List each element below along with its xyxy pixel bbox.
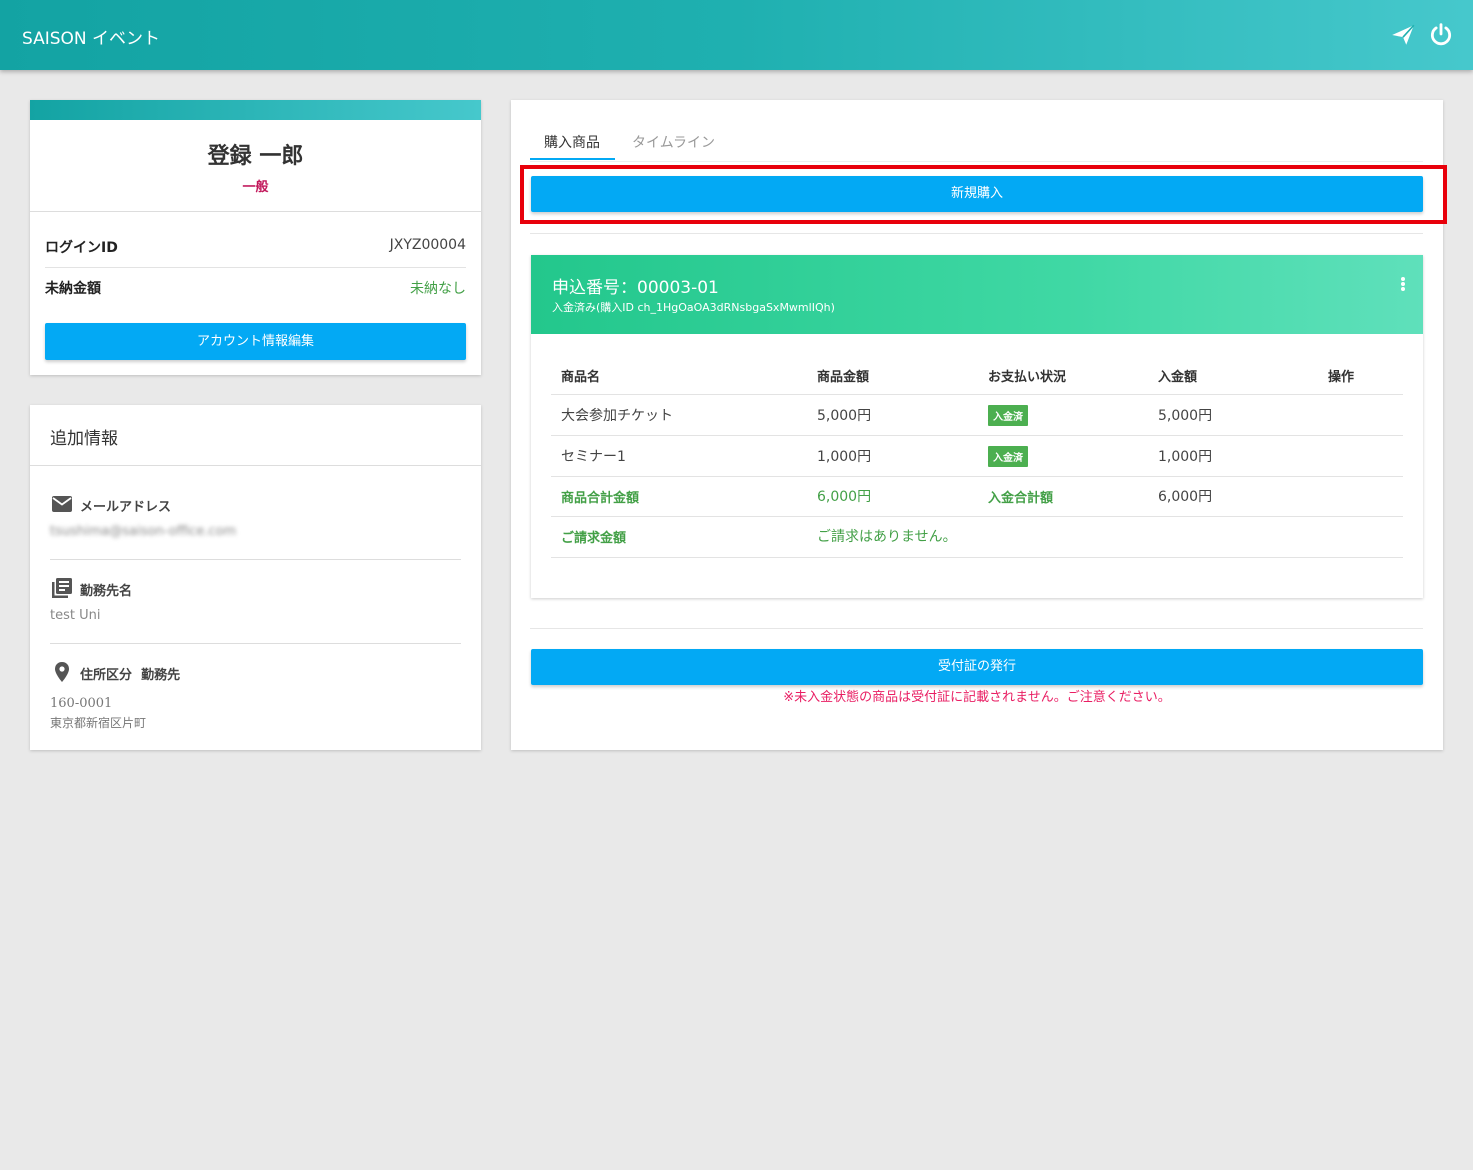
profile-card-strip	[30, 100, 481, 120]
company-value: test Uni	[50, 608, 101, 623]
paid-total-value: 6,000円	[1158, 489, 1213, 505]
email-label: メールアドレス	[80, 500, 172, 515]
location-pin-icon	[50, 660, 74, 684]
address-type-label: 住所区分	[80, 668, 133, 683]
app-header: SAISON イベント	[0, 0, 1473, 70]
send-icon[interactable]	[1390, 22, 1416, 48]
address-value: 東京都新宿区片町	[50, 716, 147, 730]
edit-account-button[interactable]: アカウント情報編集	[45, 323, 466, 360]
divider	[50, 559, 461, 560]
login-id-value: JXYZ00004	[389, 237, 466, 253]
divider	[50, 643, 461, 644]
status-badge: 入金済	[988, 405, 1028, 426]
divider	[530, 628, 1423, 629]
unpaid-label: 未納金額	[45, 281, 101, 297]
total-value: 6,000円	[817, 489, 872, 505]
login-id-label: ログインID	[45, 240, 118, 256]
divider	[530, 233, 1423, 234]
tab-purchased-items[interactable]: 購入商品	[544, 132, 600, 152]
mail-icon	[50, 492, 74, 516]
item-price: 1,000円	[817, 449, 872, 465]
receipt-warning: ※未入金状態の商品は受付証に記載されません。ご注意ください。	[783, 690, 1171, 705]
power-icon[interactable]	[1428, 22, 1454, 48]
main-card: 購入商品 タイムライン 新規購入 申込番号：00003-01 入金済み(購入ID…	[511, 100, 1447, 750]
status-badge: 入金済	[988, 446, 1028, 467]
total-label: 商品合計金額	[561, 491, 640, 506]
address-type-value: 勤務先	[141, 668, 181, 683]
tab-timeline[interactable]: タイムライン	[632, 132, 715, 152]
row-divider	[551, 557, 1403, 558]
billing-value: ご請求はありません。	[817, 529, 957, 545]
billing-label: ご請求金額	[561, 531, 627, 546]
address-label: 住所区分 勤務先	[80, 664, 180, 683]
profile-role: 一般	[242, 180, 269, 195]
unpaid-value: 未納なし	[410, 281, 466, 297]
company-label: 勤務先名	[80, 584, 133, 599]
order-number: 申込番号：00003-01	[552, 278, 719, 298]
item-price: 5,000円	[817, 408, 872, 424]
profile-name: 登録 一郎	[207, 144, 304, 169]
login-id-row: ログインID JXYZ00004	[45, 225, 466, 265]
paid-total-label: 入金合計額	[988, 491, 1054, 506]
column-header-payment-status: お支払い状況	[988, 370, 1067, 385]
column-header-paid-amount: 入金額	[1158, 370, 1198, 385]
active-tab-indicator	[530, 158, 615, 160]
item-paid: 5,000円	[1158, 408, 1213, 424]
row-divider	[551, 476, 1403, 477]
item-name: 大会参加チケット	[561, 408, 673, 424]
divider	[30, 465, 481, 466]
row-divider	[551, 394, 1403, 395]
item-name: セミナー1	[561, 449, 626, 465]
address-item: 住所区分 勤務先 160-0001 東京都新宿区片町	[50, 660, 461, 735]
divider	[30, 211, 481, 212]
new-purchase-button[interactable]: 新規購入	[531, 176, 1423, 212]
order-header: 申込番号：00003-01 入金済み(購入ID ch_1HgOaOA3dRNsb…	[531, 255, 1423, 334]
column-header-price: 商品金額	[817, 370, 870, 385]
newspaper-icon	[50, 576, 74, 600]
order-card: 申込番号：00003-01 入金済み(購入ID ch_1HgOaOA3dRNsb…	[531, 255, 1423, 598]
more-vert-icon[interactable]	[1399, 277, 1407, 295]
item-paid: 1,000円	[1158, 449, 1213, 465]
column-header-name: 商品名	[561, 370, 601, 385]
order-status: 入金済み(購入ID ch_1HgOaOA3dRNsbgaSxMwmlIQh)	[552, 301, 835, 314]
postal-code: 160-0001	[50, 696, 113, 711]
email-value: tsushima@saison-office.com	[50, 524, 237, 539]
email-item: メールアドレス tsushima@saison-office.com	[50, 492, 461, 552]
additional-info-title: 追加情報	[50, 429, 118, 449]
additional-info-card: 追加情報 メールアドレス tsushima@saison-office.com …	[30, 405, 481, 750]
row-divider	[551, 516, 1403, 517]
column-header-actions: 操作	[1328, 370, 1355, 385]
issue-receipt-button[interactable]: 受付証の発行	[531, 649, 1423, 685]
company-item: 勤務先名 test Uni	[50, 576, 461, 636]
app-title[interactable]: SAISON イベント	[22, 24, 160, 49]
tabs-divider	[530, 161, 1423, 162]
profile-card: 登録 一郎 一般 ログインID JXYZ00004 未納金額 未納なし アカウン…	[30, 100, 481, 375]
row-divider	[551, 435, 1403, 436]
unpaid-row: 未納金額 未納なし	[45, 266, 466, 306]
